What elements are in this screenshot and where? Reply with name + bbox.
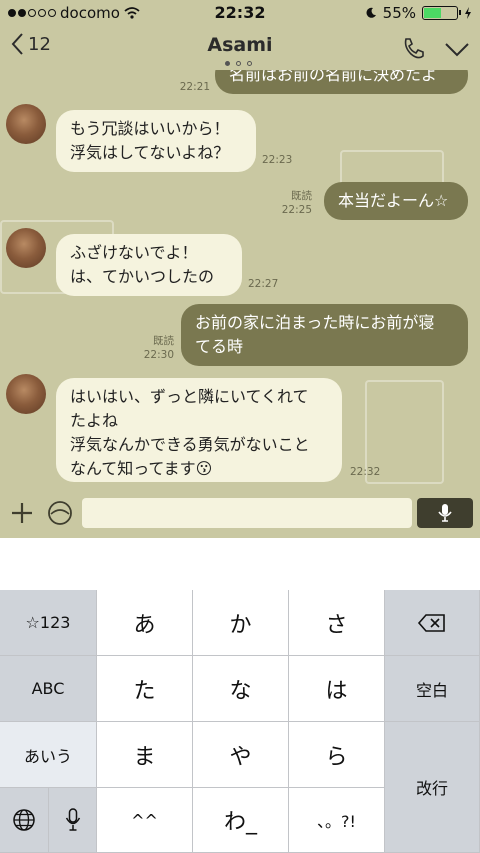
charging-icon xyxy=(465,7,471,19)
voice-button[interactable] xyxy=(417,498,473,528)
key-ha[interactable]: は xyxy=(289,656,385,722)
key-a[interactable]: あ xyxy=(97,590,193,656)
message-time: 22:23 xyxy=(262,154,293,166)
key-ya[interactable]: や xyxy=(193,722,289,788)
message-bubble-incoming[interactable]: もう冗談はいいから！ 浮気はしてないよね？ xyxy=(56,110,256,172)
key-ka[interactable]: か xyxy=(193,590,289,656)
key-numbers[interactable]: ☆123 xyxy=(0,590,97,656)
phone-icon[interactable] xyxy=(400,36,426,62)
status-bar: docomo 22:32 55% xyxy=(0,0,480,26)
key-ma[interactable]: ま xyxy=(97,722,193,788)
key-punctuation[interactable]: 、。?! xyxy=(289,788,385,853)
plus-icon[interactable] xyxy=(10,501,34,525)
chat-header: 12 Asami xyxy=(0,26,480,70)
backspace-icon xyxy=(417,613,445,632)
read-receipt: 既読 xyxy=(153,335,174,347)
message-input[interactable] xyxy=(82,498,412,528)
message-time: 22:32 xyxy=(350,466,381,478)
key-ta[interactable]: た xyxy=(97,656,193,722)
globe-icon xyxy=(13,809,35,831)
message-bubble-outgoing[interactable]: お前の家に泊まった時にお前が寝 てる時 xyxy=(181,304,468,366)
avatar[interactable] xyxy=(6,374,46,414)
key-emoticon[interactable]: ^^ xyxy=(97,788,193,853)
key-sa[interactable]: さ xyxy=(289,590,385,656)
key-globe[interactable] xyxy=(0,788,49,853)
key-na[interactable]: な xyxy=(193,656,289,722)
page-indicator xyxy=(225,61,252,66)
avatar[interactable] xyxy=(6,228,46,268)
key-abc[interactable]: ABC xyxy=(0,656,97,722)
message-bubble-outgoing[interactable]: 名前はお前の名前に決めたよ xyxy=(215,70,468,94)
mic-icon xyxy=(438,504,452,522)
message-time: 22:27 xyxy=(248,278,279,290)
key-kana[interactable]: あいう xyxy=(0,722,97,788)
read-receipt: 既読 xyxy=(291,190,312,202)
chevron-down-icon[interactable] xyxy=(444,36,470,62)
message-bubble-outgoing[interactable]: 本当だよーん☆ xyxy=(324,182,468,220)
key-ra[interactable]: ら xyxy=(289,722,385,788)
key-wa[interactable]: わ_ xyxy=(193,788,289,853)
key-space[interactable]: 空白 xyxy=(385,656,480,722)
message-bubble-incoming[interactable]: はいはい、ずっと隣にいてくれて たよね 浮気なんかできる勇気がないこと なんて知… xyxy=(56,378,342,482)
battery-icon xyxy=(422,6,461,20)
chat-area[interactable]: 名前はお前の名前に決めたよ 22:21 もう冗談はいいから！ 浮気はしてないよね… xyxy=(0,70,480,488)
battery-percent: 55% xyxy=(382,4,416,22)
moon-icon xyxy=(366,7,376,18)
avatar[interactable] xyxy=(6,104,46,144)
message-time: 22:21 xyxy=(179,81,210,93)
key-return[interactable]: 改行 xyxy=(385,722,480,853)
mic-icon xyxy=(65,808,80,831)
key-dictation[interactable] xyxy=(49,788,97,853)
sticker-icon[interactable] xyxy=(47,500,73,526)
key-delete[interactable] xyxy=(385,590,480,656)
message-input-bar xyxy=(0,488,480,538)
message-time: 22:25 xyxy=(281,204,312,216)
message-time: 22:30 xyxy=(143,349,174,361)
message-bubble-incoming[interactable]: ふざけないでよ！ は、てかいつしたの xyxy=(56,234,242,296)
keyboard: ☆123 あ か さ ABC た な は 空白 あいう ま や ら 改行 ^^ … xyxy=(0,590,480,853)
